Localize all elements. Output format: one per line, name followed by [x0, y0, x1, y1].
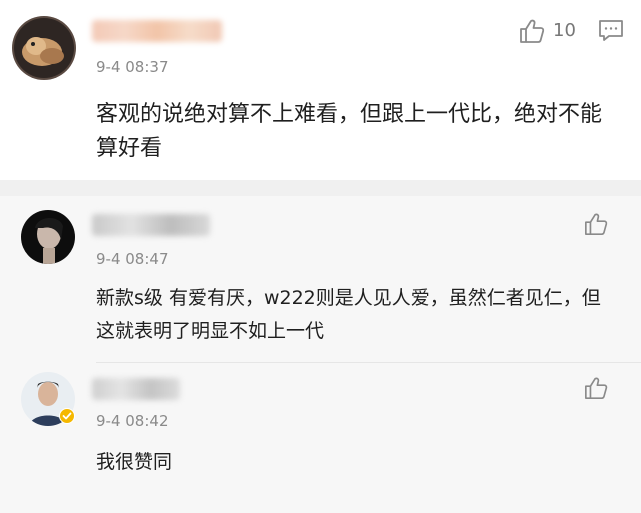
replies-section: 9-4 08:47 新款s级 有爱有厌，w222则是人见人爱，虽然仁者见仁，但这… — [0, 196, 641, 513]
main-comment: 9-4 08:37 10 客观的说绝对算不上难看，但跟上一代比，绝对不能算好看 — [0, 0, 641, 180]
username-blurred[interactable] — [92, 214, 210, 236]
username-blurred[interactable] — [92, 378, 180, 400]
reply-text: 新款s级 有爱有厌，w222则是人见人爱，虽然仁者见仁，但这就表明了明显不如上一… — [96, 287, 601, 342]
reply-text: 我很赞同 — [96, 451, 173, 473]
avatar[interactable] — [21, 210, 75, 264]
verified-badge-icon — [59, 408, 75, 428]
reply-timestamp: 9-4 08:42 — [96, 412, 169, 430]
thumbs-up-icon[interactable] — [519, 18, 545, 48]
reply-timestamp: 9-4 08:47 — [96, 250, 169, 268]
comment-icon[interactable] — [598, 18, 624, 48]
comment-timestamp: 9-4 08:37 — [96, 58, 169, 76]
thumbs-up-icon[interactable] — [584, 376, 608, 404]
avatar[interactable] — [12, 16, 76, 80]
username-blurred[interactable] — [92, 20, 222, 42]
section-divider — [0, 180, 641, 196]
reply-separator — [96, 362, 641, 363]
comment-text: 客观的说绝对算不上难看，但跟上一代比，绝对不能算好看 — [96, 102, 603, 161]
thumbs-up-icon[interactable] — [584, 212, 608, 240]
like-count: 10 — [553, 20, 576, 41]
